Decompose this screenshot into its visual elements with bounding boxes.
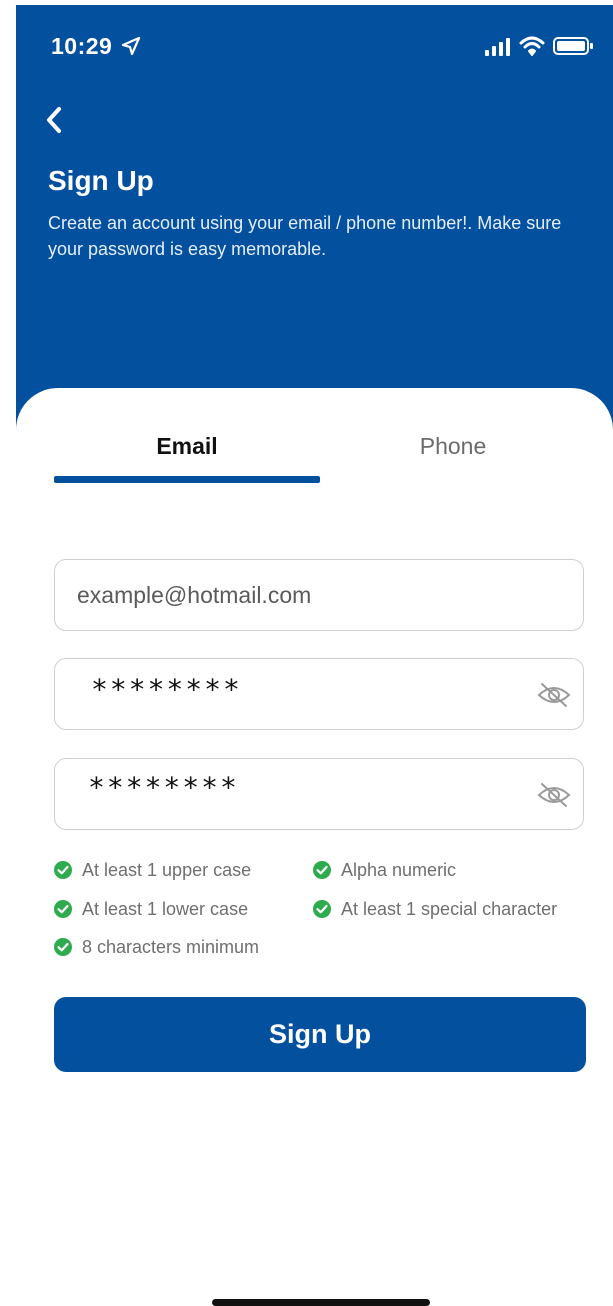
email-field-container — [54, 559, 584, 631]
location-arrow-icon — [121, 36, 141, 56]
confirm-password-masked-value: ******** — [88, 771, 239, 804]
password-rule-label: 8 characters minimum — [82, 936, 260, 957]
check-circle-icon — [313, 900, 331, 918]
tab-email-label: Email — [156, 433, 218, 459]
password-rule: At least 1 upper case — [54, 858, 251, 882]
page-subtitle: Create an account using your email / pho… — [48, 213, 562, 259]
wifi-icon — [519, 36, 545, 56]
password-rule-label: At least 1 special character — [341, 898, 558, 919]
tab-email[interactable]: Email — [54, 425, 320, 483]
sign-up-button[interactable]: Sign Up — [54, 997, 586, 1072]
password-rule: At least 1 special character — [313, 897, 557, 921]
eye-slash-icon[interactable] — [537, 781, 571, 809]
password-rule-label: Alpha numeric — [341, 859, 457, 880]
header: 10:29 Sign Up Create an account using yo… — [16, 5, 613, 445]
form-card — [16, 388, 613, 1306]
password-rule: Alpha numeric — [313, 858, 456, 882]
eye-slash-icon[interactable] — [537, 681, 571, 709]
battery-icon — [553, 37, 593, 55]
check-circle-icon — [54, 861, 72, 879]
check-circle-icon — [313, 861, 331, 879]
cellular-signal-icon — [485, 38, 510, 56]
password-field-container[interactable]: ******** — [54, 658, 584, 730]
password-rule: At least 1 lower case — [54, 897, 248, 921]
check-circle-icon — [54, 900, 72, 918]
password-rule: 8 characters minimum — [54, 935, 259, 959]
password-rule-label: At least 1 lower case — [82, 898, 249, 919]
tab-phone[interactable]: Phone — [320, 425, 586, 483]
back-chevron-icon[interactable] — [38, 103, 72, 137]
check-circle-icon — [54, 938, 72, 956]
home-indicator — [212, 1299, 430, 1306]
sign-up-screen: 10:29 Sign Up Create an account using yo… — [0, 0, 613, 1306]
password-rule-label: At least 1 upper case — [82, 859, 252, 880]
status-time: 10:29 — [51, 33, 113, 59]
page-title: Sign Up — [48, 165, 154, 196]
tab-phone-label: Phone — [419, 433, 487, 459]
active-tab-indicator — [54, 476, 320, 483]
confirm-password-field-container[interactable]: ******** — [54, 758, 584, 830]
email-input[interactable] — [77, 560, 517, 630]
password-masked-value: ******** — [91, 673, 242, 706]
status-bar: 10:29 — [16, 5, 613, 85]
